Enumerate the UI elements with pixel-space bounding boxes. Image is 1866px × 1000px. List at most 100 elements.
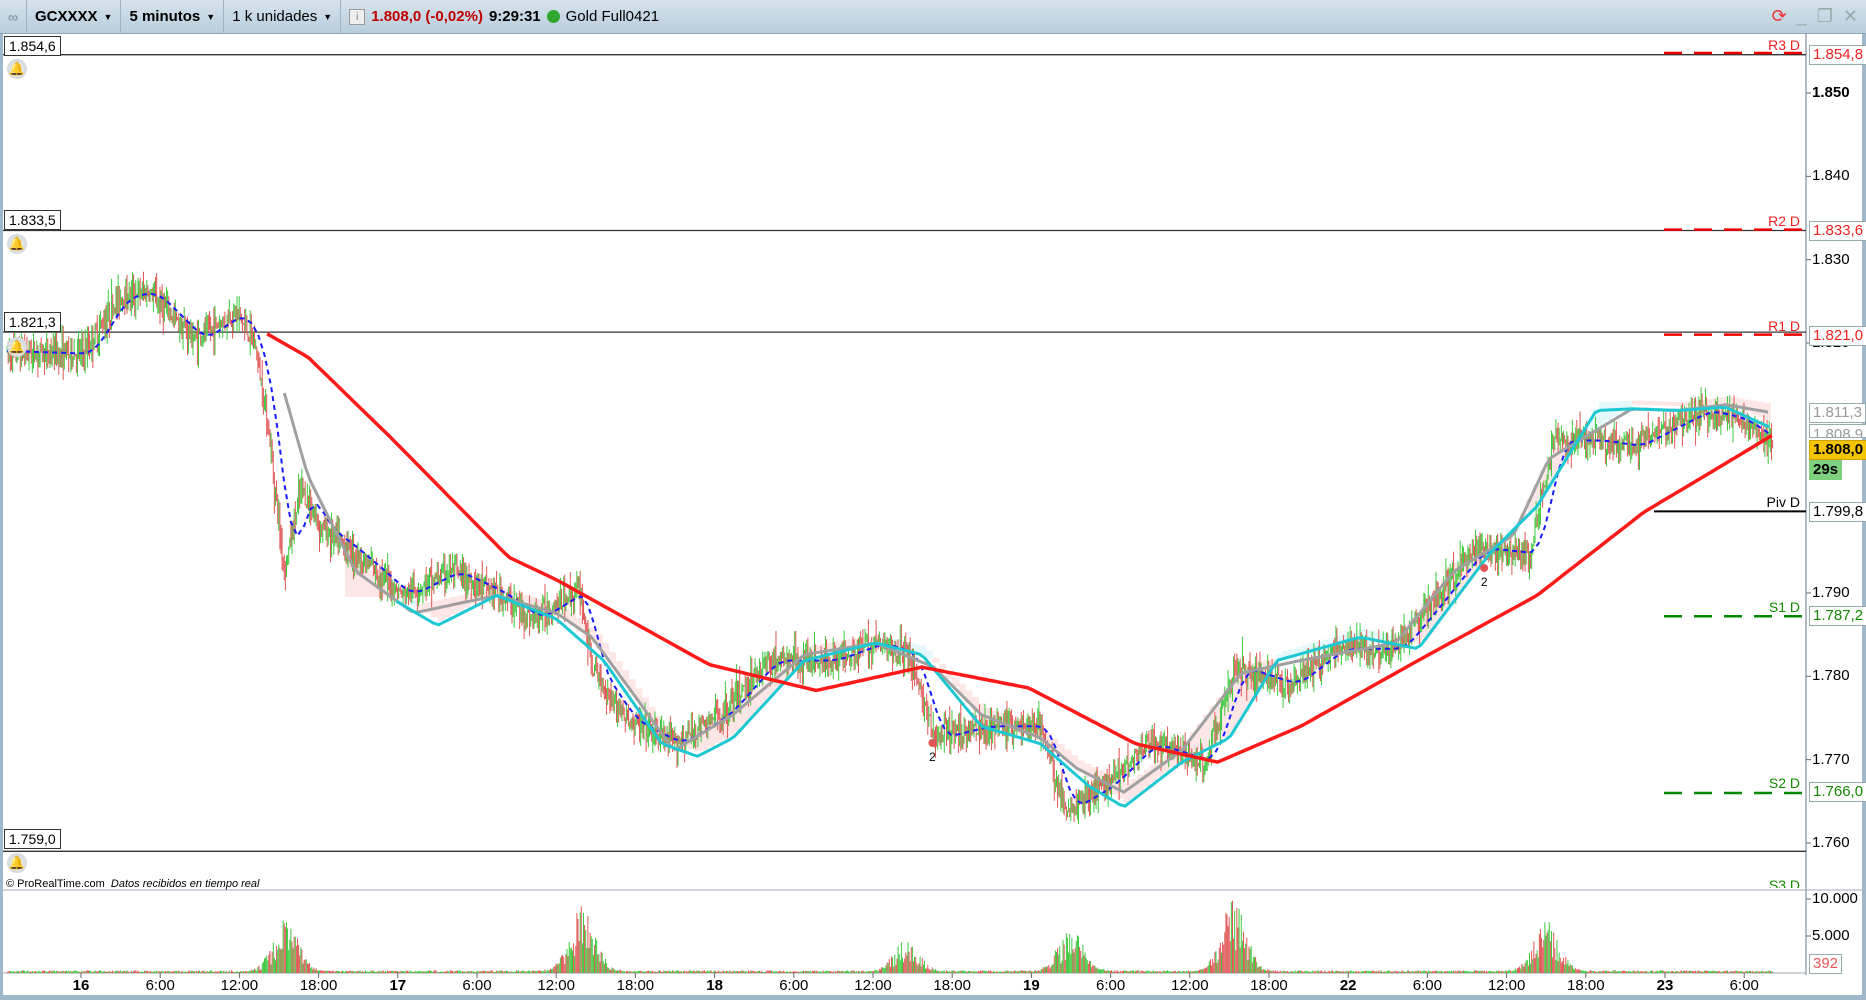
chevron-down-icon: ▼ — [103, 11, 113, 22]
timeframe-label: 5 minutos — [129, 8, 201, 25]
signal-marker-icon — [1480, 563, 1489, 572]
time-tick-label: 6:00 — [1412, 977, 1442, 994]
realtime-note: Datos recibidos en tiempo real — [110, 878, 260, 890]
pivot-label-r3: R3 D — [1768, 37, 1800, 53]
restore-icon[interactable]: ❐ — [1817, 6, 1833, 27]
signal-marker-label: 2 — [929, 750, 936, 764]
level-label[interactable]: 1.833,5 — [4, 210, 61, 230]
time-tick-label: 6:00 — [462, 977, 492, 994]
piv-price-box: 1.799,8 — [1809, 502, 1866, 522]
cloud-segment — [1658, 401, 1666, 406]
red-ma-line — [266, 332, 1773, 764]
pivot-label-r1: R1 D — [1768, 318, 1800, 334]
price-change: 1.808,0 (-0,02%) — [371, 8, 483, 25]
cloud-segment — [1750, 400, 1758, 415]
time-tick-label: 6:00 — [779, 977, 809, 994]
volume-tick-label: 5.000 — [1812, 927, 1850, 944]
window-controls: ⟳ _ ❐ ✕ — [1772, 6, 1858, 27]
time-tick-label: 12:00 — [220, 977, 259, 994]
cloud-segment — [1625, 400, 1633, 409]
time-tick-label: 18:00 — [1250, 977, 1288, 994]
bell-icon[interactable]: 🔔 — [7, 853, 27, 873]
bell-icon[interactable]: 🔔 — [7, 337, 27, 357]
gray-ma-box: 1.811,3 — [1809, 403, 1866, 423]
window-border — [0, 34, 3, 1000]
bell-icon[interactable]: 🔔 — [7, 234, 27, 254]
symbol-dropdown[interactable]: GCXXXX ▼ — [27, 0, 122, 34]
units-label: 1 k unidades — [232, 8, 318, 25]
signal-marker-icon — [928, 738, 937, 747]
cloud-segment — [437, 599, 445, 622]
cloud-segment — [1717, 397, 1725, 404]
symbol-label: GCXXXX — [34, 8, 98, 25]
link-icon[interactable]: ∞ — [0, 0, 27, 34]
time-tick-label: 18:00 — [1567, 977, 1605, 994]
s1-price-box: 1.787,2 — [1809, 606, 1866, 626]
pivot-label-s1: S1 D — [1768, 599, 1800, 615]
cloud-segment — [1651, 401, 1659, 406]
time-tick-label: 18:00 — [299, 977, 338, 994]
level-label[interactable]: 1.821,3 — [4, 312, 61, 332]
cloud-segment — [1599, 402, 1606, 425]
cloud-segment — [1645, 400, 1653, 405]
refresh-icon[interactable]: ⟳ — [1772, 6, 1787, 27]
r1-price-box: 1.821,0 — [1809, 326, 1866, 346]
units-dropdown[interactable]: 1 k unidades ▼ — [224, 0, 342, 34]
time-tick-label: 6:00 — [1729, 977, 1759, 994]
time-tick-label: 23 — [1656, 977, 1674, 994]
cloud-segment — [925, 651, 933, 660]
bell-icon[interactable]: 🔔 — [7, 59, 27, 79]
price-tick-label: 1.780 — [1812, 667, 1850, 685]
toolbar: ∞ GCXXXX ▼ 5 minutos ▼ 1 k unidades ▼ i 1.8… — [0, 0, 1866, 34]
candles — [6, 271, 1774, 824]
cloud-segment — [932, 658, 940, 664]
copyright: © ProRealTime.com — [6, 878, 105, 890]
level-label[interactable]: 1.854,6 — [4, 36, 61, 56]
cloud-segment — [1665, 401, 1672, 406]
cloud-segment — [1632, 400, 1639, 405]
price-tick-label: 1.850 — [1812, 84, 1850, 101]
cloud-segment — [1638, 400, 1646, 405]
cloud-segment — [1368, 630, 1375, 644]
price-tick-label: 1.830 — [1812, 250, 1850, 268]
info-icon[interactable]: i — [349, 8, 366, 25]
signal-marker-label: 2 — [1481, 575, 1488, 589]
price-chart[interactable]: 22 — [0, 0, 1866, 1000]
minimize-icon[interactable]: _ — [1797, 6, 1807, 27]
pivot-label-s3: S3 D — [1768, 877, 1800, 888]
pivot-label-s2: S2 D — [1768, 775, 1800, 791]
price-tick-label: 1.790 — [1812, 583, 1850, 601]
time-tick-label: 17 — [389, 977, 407, 994]
timeframe-dropdown[interactable]: 5 minutos ▼ — [121, 0, 225, 34]
blue-ma-box: 1.808,9 — [1809, 424, 1866, 438]
quote-info: i 1.808,0 (-0,02%) 9:29:31 Gold Full0421 — [341, 0, 667, 34]
time-tick-label: 6:00 — [1095, 977, 1126, 994]
time-tick-label: 18:00 — [616, 977, 655, 994]
s2-price-box: 1.766,0 — [1809, 782, 1866, 802]
r3-price-box: 1.854,8 — [1809, 45, 1866, 65]
time-tick-label: 6:00 — [145, 977, 175, 994]
volume-tick-label: 10.000 — [1812, 890, 1858, 907]
cloud-segment — [1671, 401, 1679, 406]
price-tick-label: 1.770 — [1812, 750, 1850, 768]
time-tick-label: 18 — [706, 977, 723, 994]
status-dot-icon — [546, 10, 560, 23]
footer-text: © ProRealTime.com Datos recibidos en tie… — [6, 878, 259, 890]
cloud-segment — [444, 598, 451, 618]
chevron-down-icon: ▼ — [206, 11, 216, 22]
volume-bars — [6, 900, 1774, 973]
time-tick-label: 22 — [1339, 977, 1357, 994]
time-tick-label: 18:00 — [933, 977, 971, 994]
r2-price-box: 1.833,6 — [1809, 221, 1866, 241]
time-tick-label: 12:00 — [1171, 977, 1209, 994]
quote-time: 9:29:31 — [488, 8, 541, 25]
countdown-box: 29s — [1809, 460, 1843, 480]
time-tick-label: 16 — [72, 977, 90, 994]
time-tick-label: 12:00 — [1487, 977, 1526, 994]
cloud-segment — [1387, 634, 1395, 641]
time-tick-label: 12:00 — [854, 977, 892, 994]
pivot-label-r2: R2 D — [1768, 213, 1800, 229]
close-icon[interactable]: ✕ — [1843, 6, 1858, 27]
price-tick-label: 1.760 — [1812, 833, 1850, 851]
level-label[interactable]: 1.759,0 — [4, 829, 61, 849]
